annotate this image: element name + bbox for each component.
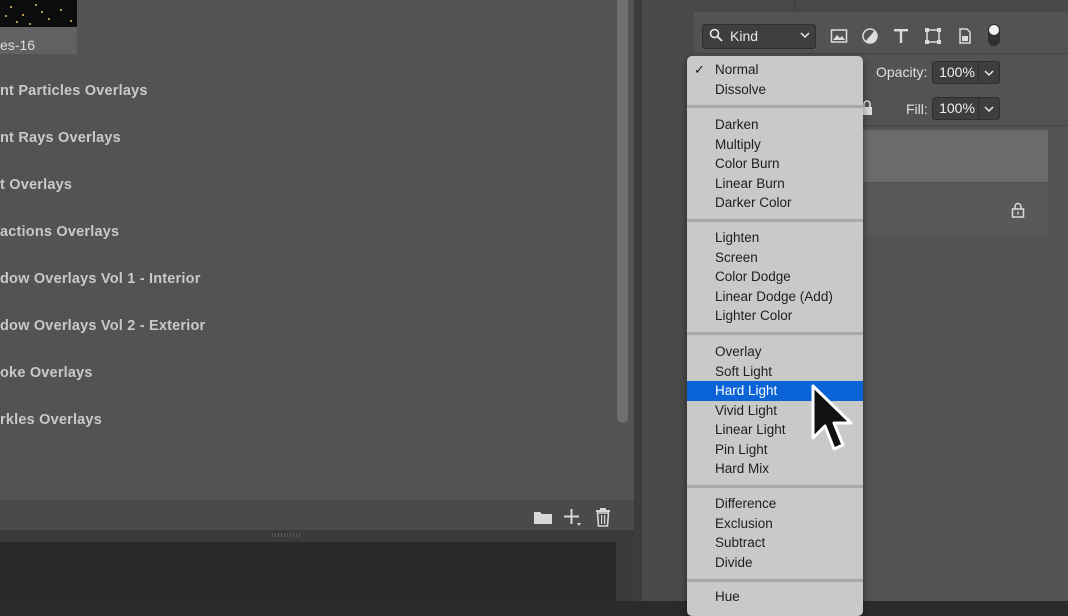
smart-object-filter-icon[interactable] [956,27,974,45]
blend-mode-label: Normal [715,62,759,77]
panel-divider[interactable] [634,0,642,601]
blend-mode-item[interactable]: Exclusion [687,514,863,534]
menu-separator [687,219,863,222]
chevron-down-icon [984,70,994,77]
search-icon [709,28,723,42]
layer-filter-kind-select[interactable]: Kind [702,24,816,49]
blend-mode-label: Color Burn [715,156,780,171]
blend-mode-item[interactable]: Overlay [687,342,863,362]
opacity-label: Opacity: [876,64,928,80]
blend-mode-item[interactable]: Hard Mix [687,459,863,479]
preset-group-item[interactable]: dow Overlays Vol 1 - Interior [0,271,201,287]
blend-mode-label: Hue [715,589,740,604]
blend-mode-label: Darken [715,117,759,132]
blend-mode-item[interactable]: Color Burn [687,154,863,174]
blend-mode-label: Linear Light [715,422,786,437]
layers-panel-tab-bar [694,0,1068,12]
chevron-down-icon [800,32,810,39]
blend-mode-label: Color Dodge [715,269,791,284]
filter-toggle-switch[interactable] [988,24,1000,46]
blend-mode-item[interactable]: Divide [687,553,863,573]
preset-group-item[interactable]: rkles Overlays [0,412,102,428]
shape-filter-icon[interactable] [924,27,942,45]
blend-mode-label: Hard Light [715,383,778,398]
thumbnail-label: es-16 [0,37,36,53]
adjustment-filter-icon[interactable] [861,27,879,45]
preset-group-item[interactable]: dow Overlays Vol 2 - Exterior [0,318,205,334]
blend-mode-item[interactable]: Multiply [687,135,863,155]
opacity-dropdown-button[interactable] [978,61,1000,84]
blend-mode-label: Dissolve [715,81,767,97]
blend-mode-label: Lighten [715,230,760,245]
blend-mode-label: Soft Light [715,363,773,379]
blend-mode-item[interactable]: Darken [687,115,863,135]
blend-mode-item[interactable]: Linear Burn [687,174,863,194]
blend-mode-label: Difference [715,496,777,511]
blend-mode-label: Screen [715,249,758,265]
blend-mode-item[interactable]: Dissolve [687,80,863,100]
trash-icon[interactable] [593,507,613,527]
preset-group-item[interactable]: nt Particles Overlays [0,83,148,99]
menu-separator [687,332,863,335]
blend-mode-item[interactable]: ✓ Normal [687,60,863,80]
menu-separator [687,579,863,582]
blend-mode-label: Darker Color [715,195,792,210]
opacity-field[interactable]: 100% [932,61,982,84]
fill-dropdown-button[interactable] [978,97,1000,120]
blend-mode-label: Linear Dodge (Add) [715,288,833,304]
lower-panel-area [0,542,616,601]
blend-mode-label: Overlay [715,344,762,359]
blend-mode-item[interactable]: Screen [687,248,863,268]
image-filter-icon[interactable] [830,27,848,45]
blend-mode-label: Vivid Light [715,402,778,418]
preset-group-item[interactable]: t Overlays [0,177,72,193]
blend-mode-item[interactable]: Lighten [687,228,863,248]
presets-panel: es-16 nt Particles Overlays nt Rays Over… [0,0,634,540]
preset-group-item[interactable]: actions Overlays [0,224,119,240]
blend-mode-item[interactable]: Darker Color [687,193,863,213]
blend-mode-label: Lighter Color [715,308,793,323]
blend-mode-item[interactable]: Hue [687,587,863,607]
presets-footer [0,500,634,531]
blend-mode-label: Pin Light [715,441,768,457]
blend-mode-label: Multiply [715,136,761,152]
blend-mode-label: Hard Mix [715,461,770,476]
blend-mode-item[interactable]: Lighter Color [687,306,863,326]
type-filter-icon[interactable] [892,27,910,45]
presets-scrollbar[interactable] [617,0,628,423]
add-plus-icon[interactable] [562,507,582,527]
blend-mode-item[interactable]: Soft Light [687,362,863,382]
filter-separator [694,53,1068,54]
blend-mode-item[interactable]: Color Dodge [687,267,863,287]
fill-label: Fill: [906,101,928,117]
blend-mode-label: Exclusion [715,515,773,531]
blend-mode-menu: ✓ Normal Dissolve Darken Multiply Color … [687,56,863,616]
preset-group-item[interactable]: oke Overlays [0,365,93,381]
folder-icon[interactable] [533,507,553,527]
blend-mode-label: Divide [715,554,753,570]
resize-grip-icon[interactable] [272,533,300,537]
menu-separator [687,105,863,108]
chevron-down-icon [984,106,994,113]
blend-mode-item[interactable]: Subtract [687,533,863,553]
lock-icon[interactable] [1010,202,1026,218]
panel-resize-strip[interactable] [0,530,634,542]
fill-field[interactable]: 100% [932,97,982,120]
preset-thumbnail[interactable] [0,0,77,27]
filter-kind-label: Kind [730,28,759,44]
blend-mode-item[interactable]: Linear Dodge (Add) [687,287,863,307]
blend-mode-label: Linear Burn [715,175,785,191]
blend-mode-item[interactable]: Difference [687,494,863,514]
blend-mode-label: Subtract [715,535,766,550]
mouse-pointer-icon [811,384,853,451]
preset-group-item[interactable]: nt Rays Overlays [0,130,121,146]
menu-separator [687,485,863,488]
checkmark-icon: ✓ [694,62,705,77]
